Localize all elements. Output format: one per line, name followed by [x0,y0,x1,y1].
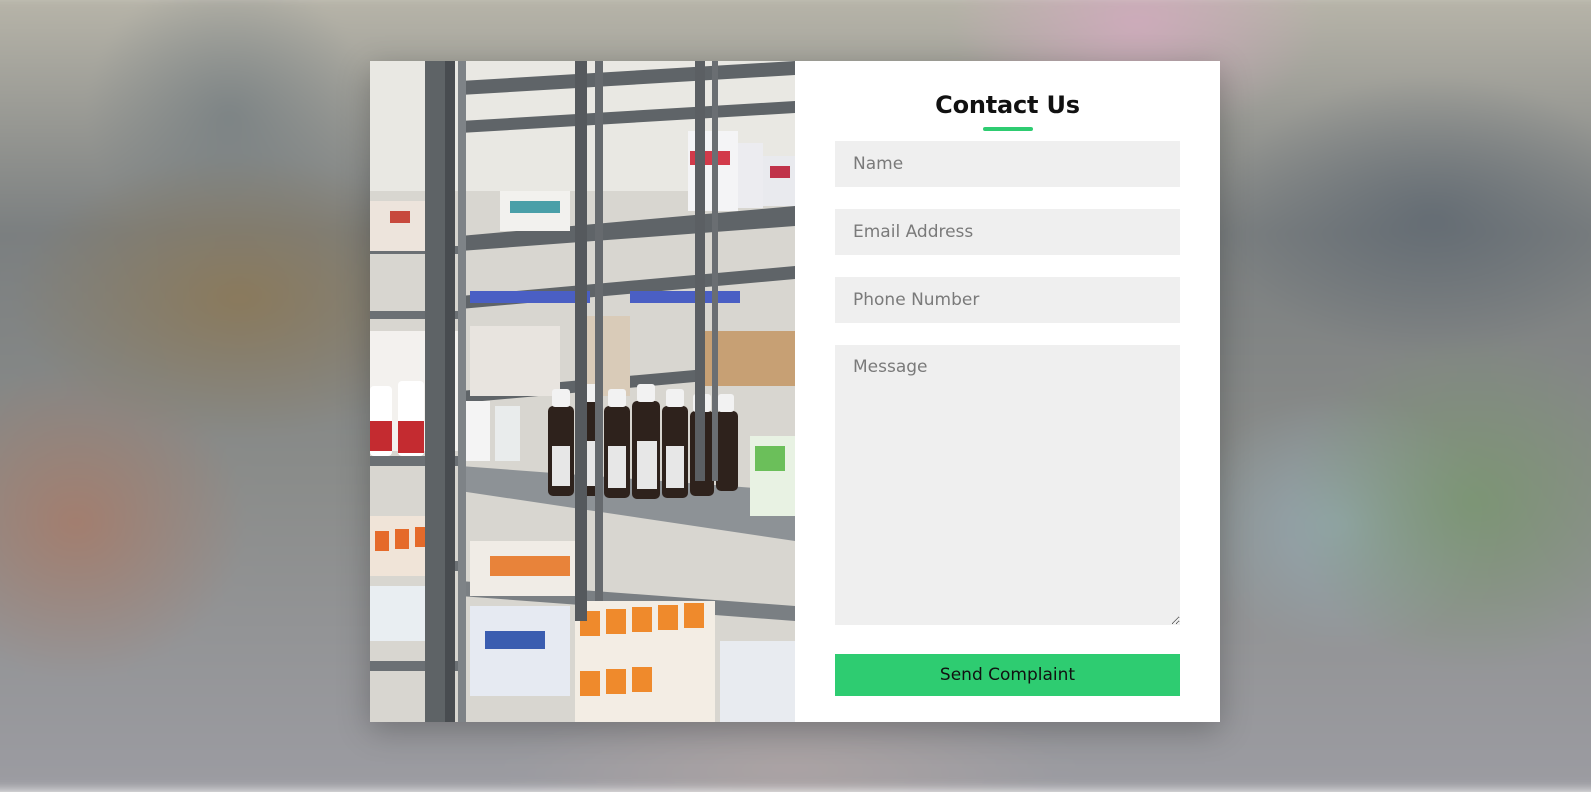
form-title: Contact Us [935,91,1080,119]
contact-form-panel: Contact Us Send Complaint [795,61,1220,722]
email-input[interactable] [835,209,1180,255]
contact-card: Contact Us Send Complaint [370,61,1220,722]
phone-input[interactable] [835,277,1180,323]
title-underline [982,127,1033,131]
pharmacy-shelves-photo [370,61,795,722]
message-textarea[interactable] [835,345,1180,625]
send-complaint-button[interactable]: Send Complaint [835,654,1180,696]
name-input[interactable] [835,141,1180,187]
